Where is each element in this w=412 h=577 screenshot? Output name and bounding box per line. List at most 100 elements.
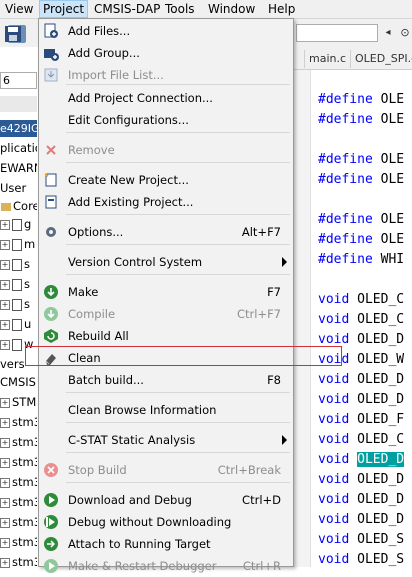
tree-item[interactable]: + s	[0, 294, 37, 314]
code-text: OLED_D	[349, 512, 405, 527]
tree-item-label: User	[0, 181, 27, 195]
menu-item-make-restart-debugger: Make & Restart Debugger Ctrl+R	[39, 555, 293, 577]
menu-item-shortcut: F8	[267, 373, 281, 387]
menu-item-options[interactable]: Options... Alt+F7	[39, 221, 293, 243]
menu-item-import-file-list: Import File List...	[39, 64, 293, 86]
menu-cmsis-dap[interactable]: CMSIS-DAP	[91, 1, 163, 17]
tree-item-label: CMSIS	[0, 375, 36, 389]
menu-bar: View Project CMSIS-DAP Tools Window Help	[0, 0, 412, 19]
tab-main-c[interactable]: main.c	[304, 50, 350, 68]
menu-item-label: Make	[68, 285, 99, 299]
tree-item[interactable]: +stm3	[0, 412, 37, 432]
menu-item-label: Attach to Running Target	[68, 537, 211, 551]
menu-item-edit-configurations[interactable]: Edit Configurations...	[39, 109, 293, 131]
file-icon	[12, 318, 22, 331]
menu-item-c-stat-static-analysis[interactable]: C-STAT Static Analysis	[39, 429, 293, 451]
menu-item-rebuild-all[interactable]: Rebuild All	[39, 325, 293, 347]
code-line: #define OLE	[318, 90, 404, 110]
tree-item[interactable]: + s	[0, 274, 37, 294]
workspace-selected-project[interactable]: e429IG	[0, 120, 37, 137]
menu-item-add-project-connection[interactable]: Add Project Connection...	[39, 87, 293, 109]
tree-expand-icon[interactable]: +	[0, 477, 10, 488]
tree-item[interactable]: User	[0, 178, 37, 198]
code-line: #define OLE	[318, 110, 404, 130]
tree-item-label: plicatio	[0, 141, 37, 155]
tree-expand-icon[interactable]: +	[0, 339, 10, 350]
menu-project[interactable]: Project	[39, 0, 89, 18]
code-text: OLED_F	[349, 412, 405, 427]
tree-expand-icon[interactable]: +	[0, 417, 10, 428]
tree-item[interactable]: +stm3	[0, 532, 37, 552]
tree-item[interactable]: + m	[0, 234, 37, 254]
menu-item-label: Version Control System	[68, 255, 203, 269]
menu-item-batch-build[interactable]: Batch build... F8	[39, 369, 293, 391]
menu-item-add-group[interactable]: Add Group...	[39, 42, 293, 64]
tree-item-label: stm3	[12, 515, 37, 529]
tree-item[interactable]: +stm3	[0, 492, 37, 512]
tree-expand-icon[interactable]: +	[0, 517, 10, 528]
tree-expand-icon[interactable]: +	[0, 299, 10, 310]
code-text: OLED_C	[349, 312, 405, 327]
toolbar-search-icon[interactable]: ⊙	[398, 24, 412, 42]
menu-item-create-new-project[interactable]: Create New Project...	[39, 169, 293, 191]
tree-item[interactable]: +STM32	[0, 392, 37, 412]
tree-item[interactable]: +stm3	[0, 472, 37, 492]
tree-item-label: stm3	[12, 455, 37, 469]
menu-item-make[interactable]: Make F7	[39, 281, 293, 303]
menu-help[interactable]: Help	[265, 1, 298, 17]
tree-item[interactable]: +stm3	[0, 452, 37, 472]
tree-item[interactable]: + g	[0, 214, 37, 234]
code-line: void OLED_C	[318, 290, 404, 310]
menu-separator	[66, 132, 290, 133]
tree-expand-icon[interactable]: +	[0, 319, 10, 330]
code-text: OLE	[372, 92, 405, 107]
menu-item-label: Download and Debug	[68, 493, 192, 507]
tree-expand-icon[interactable]: +	[0, 537, 10, 548]
tree-item[interactable]: plicatio	[0, 138, 37, 158]
menu-item-attach-to-running-target[interactable]: Attach to Running Target	[39, 533, 293, 555]
tree-expand-icon[interactable]: +	[0, 397, 10, 408]
menu-item-version-control-system[interactable]: Version Control System	[39, 251, 293, 273]
code-keyword: void	[318, 532, 350, 547]
tree-expand-icon[interactable]: +	[0, 457, 10, 468]
menu-item-debug-without-downloading[interactable]: Debug without Downloading	[39, 511, 293, 533]
tree-item[interactable]: +stm3	[0, 552, 37, 572]
menu-item-clean-browse-information[interactable]: Clean Browse Information	[39, 399, 293, 421]
tree-expand-icon[interactable]: +	[0, 219, 10, 230]
workspace-config-field[interactable]: 6	[0, 72, 37, 89]
menu-item-add-existing-project[interactable]: Add Existing Project...	[39, 191, 293, 213]
code-highlight: OLED_D	[357, 452, 405, 467]
menu-item-add-files[interactable]: Add Files...	[39, 20, 293, 42]
tree-expand-icon[interactable]: +	[0, 239, 10, 250]
tree-item[interactable]: Core	[0, 196, 37, 216]
tree-expand-icon[interactable]: +	[0, 279, 10, 290]
tree-item[interactable]: + u	[0, 314, 37, 334]
tree-item[interactable]: EWARN	[0, 158, 37, 178]
menu-window[interactable]: Window	[205, 1, 258, 17]
tree-expand-icon[interactable]: +	[0, 557, 10, 568]
tree-item[interactable]: +stm3	[0, 512, 37, 532]
menu-tools[interactable]: Tools	[162, 1, 198, 17]
code-text: OLED_C	[349, 432, 405, 447]
tree-expand-icon[interactable]: +	[0, 259, 10, 270]
tree-expand-icon[interactable]: +	[0, 497, 10, 508]
menu-item-label: Import File List...	[68, 68, 164, 82]
menu-item-label: Make & Restart Debugger	[68, 559, 217, 573]
tree-item[interactable]: + s	[0, 254, 37, 274]
combo-dropdown-arrow-icon[interactable]: ◂	[381, 24, 395, 42]
code-text: OLED_C	[349, 292, 405, 307]
toolbar-save-icon[interactable]	[4, 25, 30, 43]
menu-item-shortcut: Ctrl+F7	[236, 307, 281, 321]
tree-item[interactable]: +stm3	[0, 432, 37, 452]
menu-view[interactable]: View	[2, 1, 36, 17]
menu-item-shortcut: Ctrl+D	[242, 493, 281, 507]
tree-item[interactable]: CMSIS	[0, 372, 37, 392]
code-line: void OLED_F	[318, 410, 404, 430]
code-line: #define OLE	[318, 210, 404, 230]
tab-oled-spi-c[interactable]: OLED_SPI.c	[350, 50, 412, 68]
toolbar-combo[interactable]	[296, 24, 378, 42]
code-text: OLE	[372, 212, 405, 227]
menu-item-download-and-debug[interactable]: Download and Debug Ctrl+D	[39, 489, 293, 511]
tree-expand-icon[interactable]: +	[0, 437, 10, 448]
